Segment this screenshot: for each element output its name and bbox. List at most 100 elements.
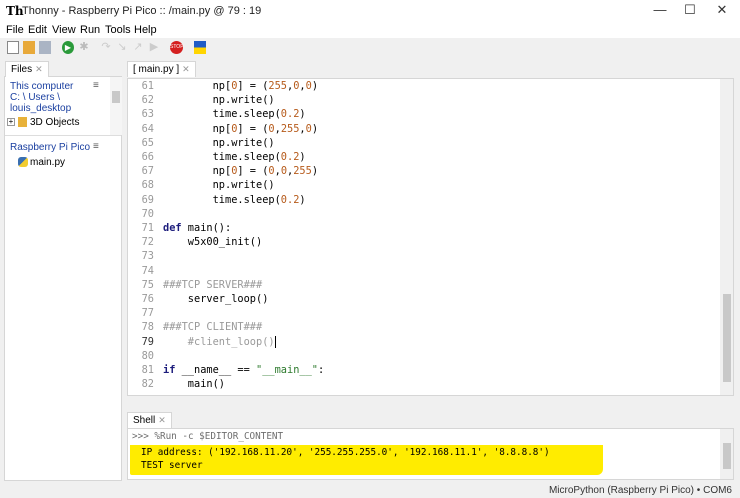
tab-label: Shell: [133, 415, 156, 426]
shell-command: >>> %Run -c $EDITOR_CONTENT: [132, 431, 284, 442]
code-token: 255: [268, 80, 288, 92]
code-token: time.sleep(: [163, 193, 281, 206]
code-line: ###TCP SERVER###: [163, 279, 262, 291]
thonny-logo-icon: Th: [6, 4, 24, 18]
code-line: np.write(): [163, 179, 275, 191]
close-button[interactable]: ✕: [707, 2, 737, 20]
tab-files[interactable]: Files ✕: [5, 61, 49, 77]
shell-output-line: TEST server: [141, 460, 203, 471]
menu-run[interactable]: Run: [80, 24, 100, 36]
minimize-button[interactable]: —: [645, 2, 675, 20]
menu-edit[interactable]: Edit: [28, 24, 47, 36]
vertical-scrollbar[interactable]: [110, 77, 122, 135]
menu-icon[interactable]: ≡: [93, 141, 99, 152]
this-computer-header: This computer: [10, 81, 74, 92]
save-icon[interactable]: [39, 41, 51, 54]
step-out-icon[interactable]: ↗: [132, 41, 144, 54]
maximize-button[interactable]: ☐: [675, 2, 705, 20]
resume-icon[interactable]: ▶: [148, 41, 160, 54]
code-line: w5x00_init(): [163, 236, 262, 248]
code-token: w5x00_init(): [163, 236, 263, 249]
code-token: np[: [163, 80, 232, 92]
code-line: time.sleep(0.2): [163, 194, 306, 206]
status-bar: MicroPython (Raspberry Pi Pico) • COM6: [0, 482, 740, 498]
tab-label: [ main.py ]: [133, 64, 180, 75]
open-file-icon[interactable]: [23, 41, 35, 54]
code-line: time.sleep(0.2): [163, 151, 306, 163]
code-token: ###TCP CLIENT###: [163, 321, 263, 334]
title-bar: Th Thonny - Raspberry Pi Pico :: /main.p…: [0, 0, 740, 22]
window-title: Thonny - Raspberry Pi Pico :: /main.py @…: [22, 5, 262, 17]
separator: •: [696, 485, 701, 496]
tab-shell[interactable]: Shell ✕: [127, 412, 172, 428]
menu-help[interactable]: Help: [134, 24, 157, 36]
step-over-icon[interactable]: ↷: [100, 41, 112, 54]
new-file-icon[interactable]: [7, 41, 19, 54]
code-area[interactable]: np[0] = (255,0,0) np.write() time.sleep(…: [128, 79, 718, 395]
computer-path[interactable]: C: \ Users \: [10, 92, 60, 103]
code-line: np[0] = (255,0,0): [163, 80, 318, 92]
code-token: #client_loop(): [163, 335, 275, 348]
code-token: 0.2: [280, 151, 300, 163]
code-line: server_loop(): [163, 293, 269, 305]
code-token: ###TCP SERVER###: [163, 278, 263, 291]
code-token: time.sleep(: [163, 151, 281, 163]
ukraine-flag-icon[interactable]: [194, 41, 206, 54]
code-token: np[: [163, 122, 232, 135]
scrollbar-thumb[interactable]: [723, 294, 731, 382]
folder-icon: [18, 117, 27, 127]
code-token: np.write(): [163, 136, 275, 149]
computer-path-folder[interactable]: louis_desktop: [10, 103, 71, 114]
code-token: main():: [181, 222, 232, 234]
code-line: main(): [163, 378, 225, 390]
code-line: def main():: [163, 222, 231, 234]
code-token: 0.2: [280, 193, 300, 206]
code-token: ): [311, 122, 319, 135]
shell-scrollbar[interactable]: [720, 429, 733, 479]
shell-panel[interactable]: >>> %Run -c $EDITOR_CONTENT IP address: …: [127, 428, 734, 480]
code-token: 255: [280, 122, 300, 135]
code-token: :: [318, 364, 325, 376]
code-token: np.write(): [163, 94, 275, 107]
code-token: main(): [163, 378, 225, 391]
code-token: ] = (: [237, 122, 269, 135]
debug-icon[interactable]: ✱: [78, 41, 90, 54]
close-icon[interactable]: ✕: [182, 64, 190, 74]
code-token: 255: [293, 165, 312, 178]
python-file-icon: [18, 157, 28, 167]
code-editor[interactable]: 61 62 63 64 65 66 67 68 69 70 71 72 73 74 75 76 77 78 79 80…: [127, 78, 734, 396]
code-line: np[0] = (0,255,0): [163, 123, 318, 135]
code-line: if __name__ == "__main__":: [163, 364, 324, 376]
menu-icon[interactable]: ≡: [93, 80, 99, 91]
code-token: np[: [163, 165, 232, 178]
menu-bar: File Edit View Run Tools Help: [0, 22, 740, 38]
code-token: ): [299, 108, 306, 121]
code-line: #client_loop(): [163, 335, 276, 348]
close-icon[interactable]: ✕: [35, 64, 43, 74]
editor-scrollbar[interactable]: [720, 79, 733, 395]
expand-icon[interactable]: +: [7, 118, 15, 126]
shell-output-line: IP address: ('192.168.11.20', '255.255.2…: [141, 447, 550, 458]
code-token: ] = (: [237, 80, 269, 92]
code-token: server_loop(): [163, 293, 269, 305]
menu-file[interactable]: File: [6, 24, 24, 36]
step-into-icon[interactable]: ↘: [116, 41, 128, 54]
menu-view[interactable]: View: [52, 24, 76, 36]
code-token: ): [299, 151, 306, 163]
toolbar: ▶ ✱ ↷ ↘ ↗ ▶ STOP: [0, 38, 740, 58]
run-icon[interactable]: ▶: [62, 41, 74, 54]
menu-tools[interactable]: Tools: [105, 24, 131, 36]
close-icon[interactable]: ✕: [158, 415, 166, 425]
port-label: COM6: [703, 485, 732, 496]
tab-label: Files: [11, 64, 33, 75]
interpreter-status[interactable]: MicroPython (Raspberry Pi Pico) • COM6: [549, 485, 732, 496]
stop-icon[interactable]: STOP: [170, 41, 184, 54]
file-main-py[interactable]: main.py: [30, 157, 65, 168]
code-token: 0.2: [280, 108, 300, 121]
tab-main-py[interactable]: [ main.py ] ✕: [127, 61, 196, 77]
code-token: ): [311, 80, 319, 92]
code-token: time.sleep(: [163, 108, 281, 121]
folder-3d-objects[interactable]: 3D Objects: [30, 117, 79, 128]
code-token: ] = (: [237, 165, 269, 178]
code-token: np.write(): [163, 179, 275, 192]
